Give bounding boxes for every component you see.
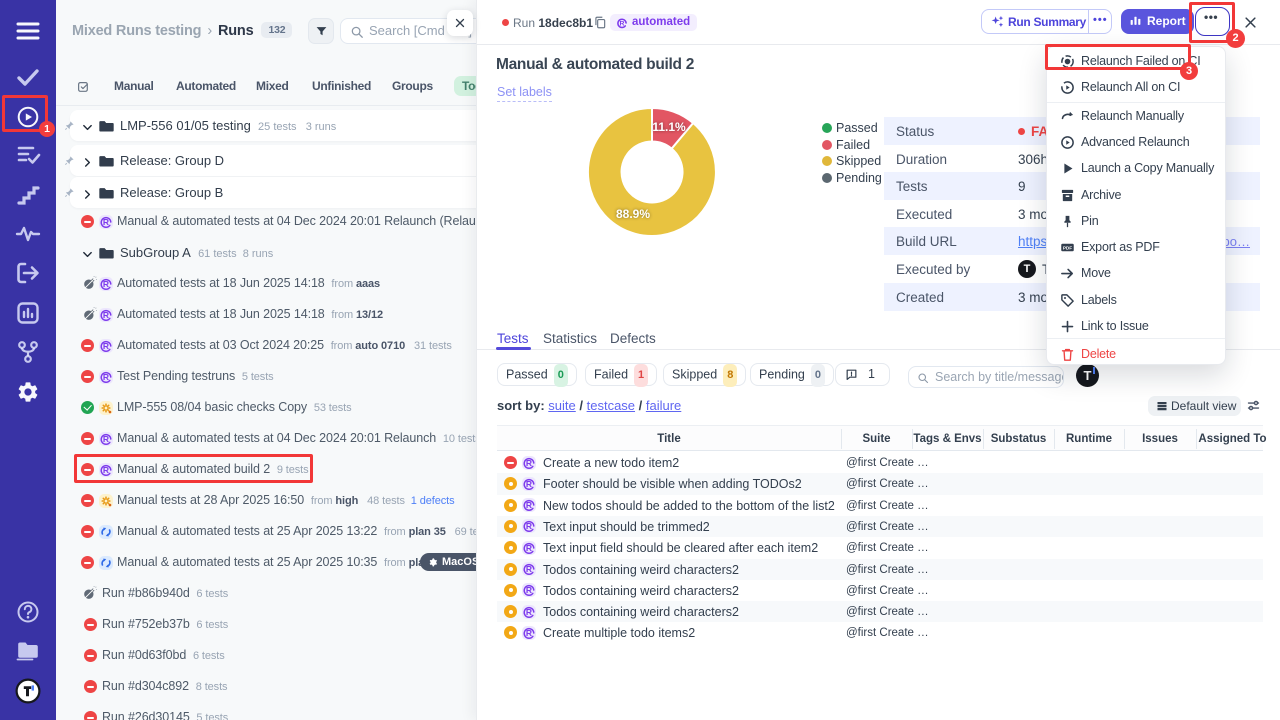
svg-text:R: R xyxy=(526,479,532,489)
svg-text:R: R xyxy=(103,341,109,351)
svg-text:R: R xyxy=(103,372,109,382)
svg-text:11.1%: 11.1% xyxy=(652,120,686,134)
svg-text:R: R xyxy=(526,607,532,617)
svg-text:R: R xyxy=(103,310,109,320)
svg-text:R: R xyxy=(103,217,109,227)
svg-text:R: R xyxy=(103,279,109,289)
svg-text:R: R xyxy=(103,434,109,444)
svg-text:PDF: PDF xyxy=(1063,246,1072,251)
svg-text:88.9%: 88.9% xyxy=(616,207,650,221)
svg-text:R: R xyxy=(526,458,532,468)
svg-text:R: R xyxy=(526,500,532,510)
svg-text:R: R xyxy=(620,20,625,27)
svg-text:R: R xyxy=(526,628,532,638)
svg-text:R: R xyxy=(526,585,532,595)
svg-text:R: R xyxy=(526,521,532,531)
svg-text:R: R xyxy=(526,564,532,574)
svg-text:R: R xyxy=(526,543,532,553)
